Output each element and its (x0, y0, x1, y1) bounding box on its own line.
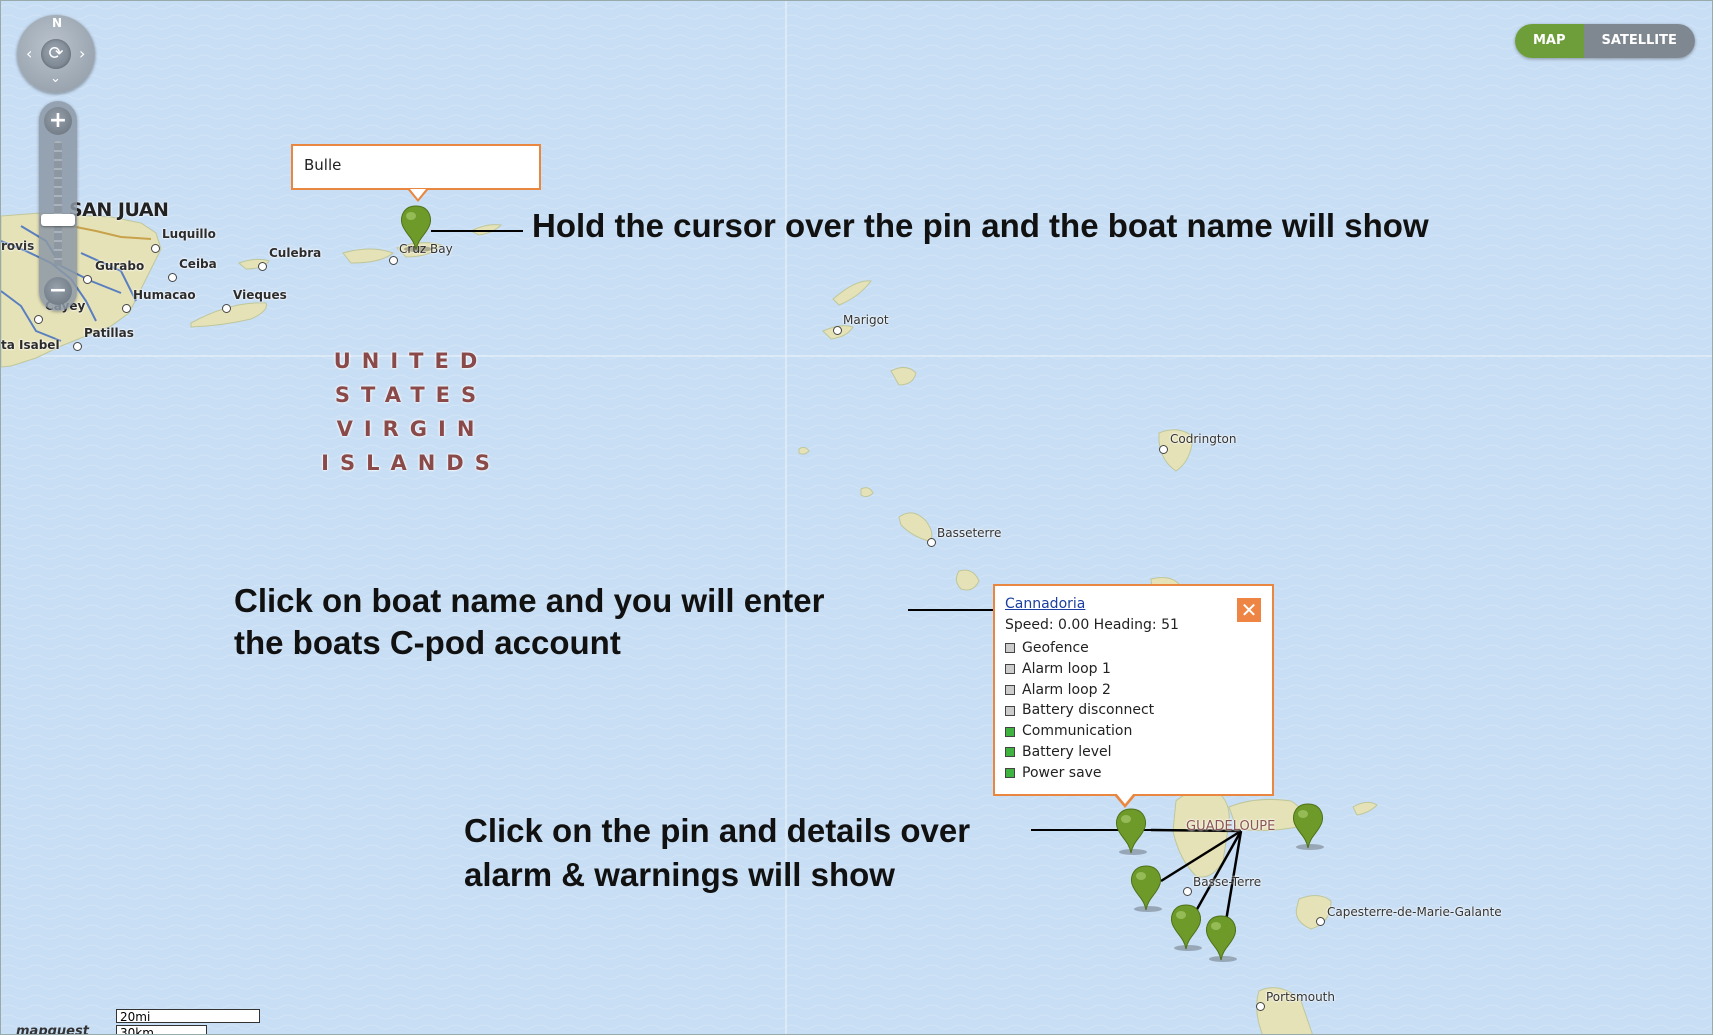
status-item-geofence: Geofence (1005, 638, 1154, 659)
place-santa-isabel: ta Isabel (1, 338, 60, 352)
place-ceiba: Ceiba (179, 257, 217, 271)
status-indicator (1005, 768, 1015, 779)
place-humacao: Humacao (133, 288, 196, 302)
region-label-line: UNITED (333, 349, 489, 373)
map-pin-icon[interactable] (1288, 802, 1328, 854)
place-dot (73, 342, 82, 351)
map-canvas[interactable]: SAN JUAN rovis Luquillo Culebra Cruz Bay… (0, 0, 1713, 1035)
annotation-click-pin-line1: Click on the pin and details over (464, 812, 971, 849)
boat-name-link[interactable]: Cannadoria (1005, 596, 1085, 612)
place-san-juan: SAN JUAN (69, 199, 169, 221)
pan-right-icon[interactable]: › (79, 44, 85, 63)
zoom-slider-track[interactable] (54, 141, 62, 266)
map-type-toggle[interactable]: MAP SATELLITE (1515, 24, 1695, 58)
place-dot (1256, 1002, 1265, 1011)
pan-left-icon[interactable]: ‹ (26, 44, 32, 63)
zoom-slider-thumb[interactable] (41, 214, 75, 226)
status-indicator (1005, 684, 1015, 695)
status-item-alarm-loop-1: Alarm loop 1 (1005, 659, 1154, 680)
boat-info-popup: Cannadoria ✕ Speed: 0.00 Heading: 51 Geo… (993, 584, 1274, 808)
status-indicator (1005, 705, 1015, 716)
status-item-battery-disconnect: Battery disconnect (1005, 700, 1154, 721)
region-label-line: ISLANDS (321, 451, 501, 475)
place-dot (83, 275, 92, 284)
status-item-power-save: Power save (1005, 763, 1154, 784)
pan-control[interactable]: N ‹ › ⌄ ⟳ (17, 15, 95, 93)
place-basse-terre: Basse-Terre (1193, 875, 1262, 889)
place-dot (927, 538, 936, 547)
map-pin-icon[interactable] (1126, 864, 1166, 916)
map-type-satellite-button[interactable]: SATELLITE (1583, 24, 1695, 58)
place-rovis: rovis (1, 239, 35, 253)
map-pin-icon[interactable] (396, 204, 436, 256)
place-dot (833, 326, 842, 335)
scale-miles: 20mi (116, 1009, 260, 1024)
map-attribution-logo[interactable]: mapquest (16, 1024, 89, 1034)
place-luquillo: Luquillo (162, 227, 216, 241)
status-item-alarm-loop-2: Alarm loop 2 (1005, 680, 1154, 701)
scale-km: 30km (116, 1025, 207, 1034)
annotation-click-pin-line2: alarm & warnings will show (464, 856, 895, 893)
place-dot (151, 244, 160, 253)
zoom-in-button[interactable]: + (44, 107, 72, 135)
place-dot (1183, 887, 1192, 896)
place-capesterre: Capesterre-de-Marie-Galante (1327, 905, 1502, 919)
zoom-control[interactable]: + − (39, 101, 77, 311)
rotate-icon[interactable]: ⟳ (41, 39, 71, 69)
zoom-out-button[interactable]: − (44, 277, 72, 305)
tooltip-boat-name: Bulle (304, 156, 342, 174)
place-patillas: Patillas (84, 326, 134, 340)
boat-name-tooltip: Bulle (291, 144, 541, 202)
popup-pointer-fill (1116, 793, 1134, 804)
status-list: Geofence Alarm loop 1 Alarm loop 2 Batte… (1005, 638, 1154, 784)
region-label-line: STATES (334, 383, 488, 407)
scale-bar: 20mi 30km (116, 1009, 260, 1034)
status-item-battery-level: Battery level (1005, 742, 1154, 763)
place-vieques: Vieques (233, 288, 287, 302)
status-indicator (1005, 726, 1015, 737)
region-label-line: VIRGIN (336, 417, 486, 441)
tooltip-pointer-fill (410, 189, 426, 199)
status-indicator (1005, 643, 1015, 654)
annotation-hover: Hold the cursor over the pin and the boa… (532, 207, 1429, 244)
north-label: N (52, 16, 63, 30)
place-codrington: Codrington (1170, 432, 1237, 446)
map-type-map-button[interactable]: MAP (1515, 24, 1584, 58)
place-gurabo: Gurabo (95, 259, 145, 273)
place-portsmouth: Portsmouth (1266, 990, 1335, 1004)
place-dot (258, 262, 267, 271)
place-guadeloupe: GUADELOUPE (1186, 819, 1276, 834)
status-item-communication: Communication (1005, 721, 1154, 742)
place-dot (222, 304, 231, 313)
speed-heading-text: Speed: 0.00 Heading: 51 (1005, 617, 1179, 633)
pan-down-icon[interactable]: ⌄ (50, 71, 61, 86)
annotation-click-name-line2: the boats C-pod account (234, 624, 621, 661)
place-basseterre: Basseterre (937, 526, 1002, 540)
place-dot (1159, 445, 1168, 454)
map-pin-icon[interactable] (1201, 914, 1241, 966)
annotation-click-name-line1: Click on boat name and you will enter (234, 582, 825, 619)
place-dot (122, 304, 131, 313)
close-icon[interactable]: ✕ (1237, 598, 1261, 622)
place-dot (168, 273, 177, 282)
status-indicator (1005, 664, 1015, 675)
map-pin-icon[interactable] (1166, 903, 1206, 955)
place-dot (1316, 917, 1325, 926)
place-dot (34, 315, 43, 324)
place-marigot: Marigot (843, 313, 889, 327)
place-culebra: Culebra (269, 246, 322, 260)
map-pin-icon[interactable] (1111, 807, 1151, 859)
place-dot (389, 256, 398, 265)
status-indicator (1005, 747, 1015, 758)
